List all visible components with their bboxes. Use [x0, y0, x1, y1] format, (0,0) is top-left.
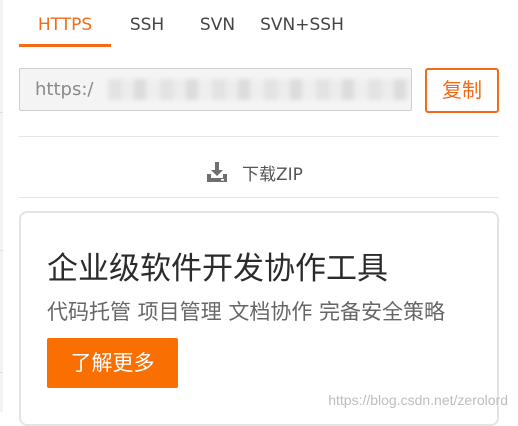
clone-url-text: https:/ — [35, 79, 94, 100]
tab-https[interactable]: HTTPS — [19, 0, 111, 47]
clone-protocol-tabs: HTTPS SSH SVN SVN+SSH — [19, 0, 352, 47]
left-edge-tick — [0, 372, 3, 373]
learn-more-button[interactable]: 了解更多 — [47, 338, 178, 388]
left-edge-strip — [0, 0, 3, 412]
promo-title: 企业级软件开发协作工具 — [47, 251, 388, 287]
copy-button[interactable]: 复制 — [425, 68, 499, 113]
promo-subtitle: 代码托管 项目管理 文档协作 完备安全策略 — [47, 300, 446, 324]
divider — [19, 197, 499, 198]
watermark-text: https://blog.csdn.net/zerolord — [328, 392, 508, 408]
left-edge-tick — [0, 112, 3, 113]
clone-url-field[interactable]: https:/ — [19, 68, 412, 111]
tab-ssh[interactable]: SSH — [111, 0, 183, 47]
repository-clone-panel: HTTPS SSH SVN SVN+SSH https:/ 复制 下载ZIP 企… — [0, 0, 518, 426]
tab-svn-ssh[interactable]: SVN+SSH — [252, 0, 352, 47]
tab-svn[interactable]: SVN — [183, 0, 252, 47]
redacted-url-blur — [108, 79, 411, 100]
divider — [19, 136, 499, 137]
download-tray-icon — [207, 162, 227, 182]
download-zip-link[interactable]: 下载ZIP — [206, 158, 303, 186]
download-zip-label: 下载ZIP — [242, 164, 303, 185]
left-edge-tick — [0, 250, 3, 251]
